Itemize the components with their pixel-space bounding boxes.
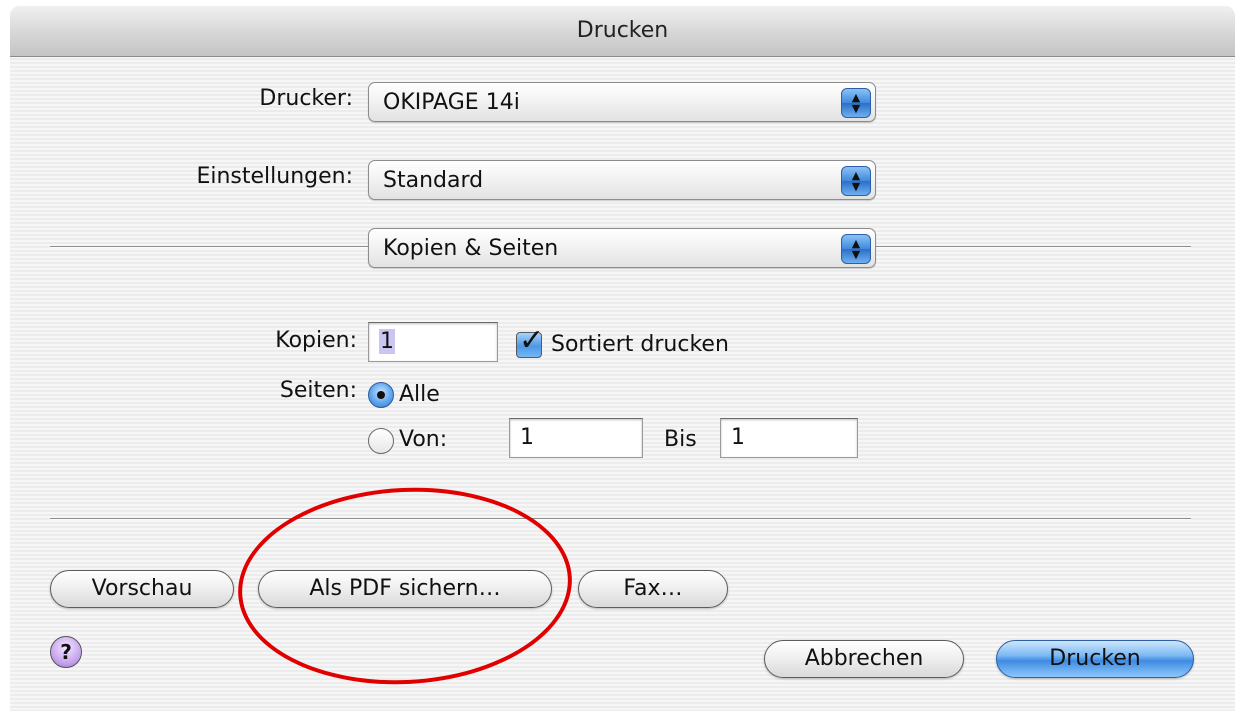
pane-popup-value: Kopien & Seiten <box>383 236 559 261</box>
bottom-divider <box>50 518 1191 520</box>
pages-from-field[interactable]: 1 <box>509 418 643 458</box>
popup-arrows-icon: ▲ ▼ <box>841 234 871 264</box>
presets-popup-value: Standard <box>383 168 484 193</box>
print-button[interactable]: Drucken <box>996 640 1194 678</box>
copies-value: 1 <box>379 329 395 354</box>
presets-popup[interactable]: Standard ▲ ▼ <box>368 160 876 200</box>
pages-range-radio[interactable] <box>368 428 394 454</box>
radio-dot-icon <box>377 391 385 399</box>
pane-popup[interactable]: Kopien & Seiten ▲ ▼ <box>368 228 876 268</box>
printer-popup-value: OKIPAGE 14i <box>383 90 520 115</box>
pages-to-value: 1 <box>731 425 745 450</box>
pages-from-value: 1 <box>520 425 534 450</box>
print-dialog: Drucken Drucker: OKIPAGE 14i ▲ ▼ Einstell… <box>10 6 1235 711</box>
cancel-button[interactable]: Abbrechen <box>764 640 964 678</box>
help-icon[interactable]: ? <box>50 636 82 668</box>
pages-label: Seiten: <box>279 378 357 403</box>
collate-checkbox[interactable]: ✓ <box>516 323 544 358</box>
popup-arrows-icon: ▲ ▼ <box>841 88 871 118</box>
collate-label[interactable]: Sortiert drucken <box>551 332 729 357</box>
pages-from-label[interactable]: Von: <box>399 427 447 452</box>
preview-button[interactable]: Vorschau <box>50 570 234 608</box>
checkmark-icon: ✓ <box>519 323 545 358</box>
pages-all-label[interactable]: Alle <box>399 382 440 407</box>
copies-field[interactable]: 1 <box>368 322 498 362</box>
pages-to-field[interactable]: 1 <box>720 418 858 458</box>
presets-label: Einstellungen: <box>196 164 353 189</box>
pane-divider-left <box>50 246 368 248</box>
popup-arrows-icon: ▲ ▼ <box>841 166 871 196</box>
window-title: Drucken <box>10 6 1235 57</box>
pages-all-radio[interactable] <box>368 382 394 408</box>
printer-label: Drucker: <box>259 86 353 111</box>
printer-popup[interactable]: OKIPAGE 14i ▲ ▼ <box>368 82 876 122</box>
pages-to-label: Bis <box>664 427 697 452</box>
fax-button[interactable]: Fax… <box>578 570 728 608</box>
copies-label: Kopien: <box>275 328 357 353</box>
pane-divider-right <box>876 246 1191 248</box>
